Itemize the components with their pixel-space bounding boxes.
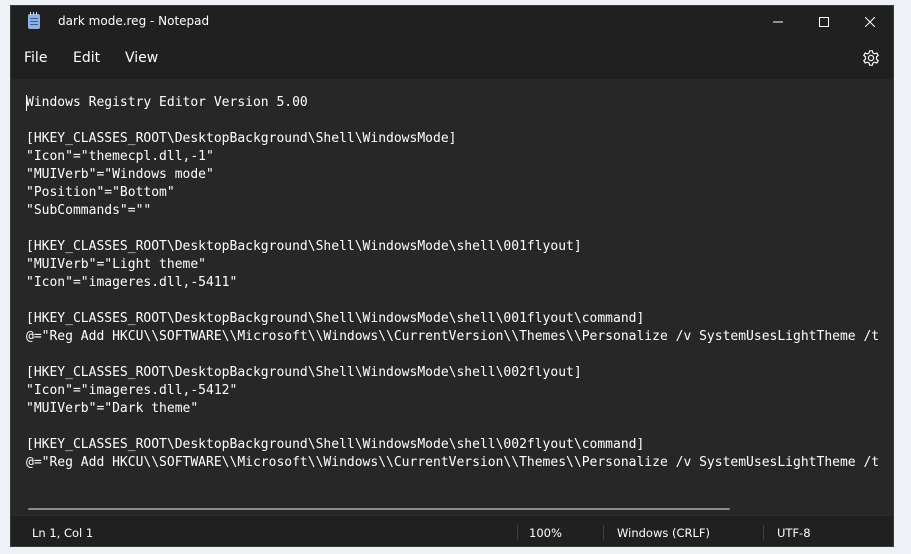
menu-file[interactable]: File (24, 50, 47, 66)
code-line: @="Reg Add HKCU\\SOFTWARE\\Microsoft\\Wi… (26, 329, 880, 344)
notepad-window: dark mode.reg - Notepad File Edit View W… (10, 5, 894, 547)
code-line: [HKEY_CLASSES_ROOT\DesktopBackground\She… (26, 239, 582, 254)
code-line: @="Reg Add HKCU\\SOFTWARE\\Microsoft\\Wi… (26, 455, 880, 470)
code-line: Windows Registry Editor Version 5.00 (26, 95, 308, 110)
zoom-level: 100% (529, 526, 562, 540)
encoding: UTF-8 (777, 526, 811, 540)
minimize-button[interactable] (755, 6, 801, 37)
minimize-icon (773, 21, 783, 22)
maximize-button[interactable] (801, 6, 847, 37)
code-line: "MUIVerb"="Windows mode" (26, 167, 214, 182)
menu-edit[interactable]: Edit (73, 50, 100, 66)
cursor-position: Ln 1, Col 1 (32, 526, 94, 540)
title-bar[interactable]: dark mode.reg - Notepad (11, 6, 893, 37)
text-editor[interactable]: Windows Registry Editor Version 5.00 [HKE… (11, 79, 893, 515)
code-line: [HKEY_CLASSES_ROOT\DesktopBackground\She… (26, 131, 457, 146)
status-divider (763, 525, 764, 540)
code-line: [HKEY_CLASSES_ROOT\DesktopBackground\She… (26, 311, 645, 326)
text-caret (26, 95, 27, 111)
code-line: "SubCommands"="" (26, 203, 152, 218)
code-line: "MUIVerb"="Dark theme" (26, 401, 199, 416)
menu-bar: File Edit View (11, 37, 893, 79)
window-title: dark mode.reg - Notepad (58, 14, 210, 28)
code-line: [HKEY_CLASSES_ROOT\DesktopBackground\She… (26, 437, 645, 452)
gear-icon (863, 50, 879, 66)
horizontal-scrollbar[interactable] (28, 508, 730, 510)
code-line: "Icon"="imageres.dll,-5412" (26, 383, 238, 398)
code-line: "Icon"="themecpl.dll,-1" (26, 149, 214, 164)
notepad-icon (28, 12, 40, 29)
close-button[interactable] (847, 6, 893, 37)
status-divider (517, 525, 518, 540)
status-bar: Ln 1, Col 1 100% Windows (CRLF) UTF-8 (11, 515, 893, 546)
maximize-icon (819, 16, 829, 27)
code-line: "Icon"="imageres.dll,-5411" (26, 275, 238, 290)
close-icon (865, 16, 875, 27)
menu-view[interactable]: View (125, 50, 158, 66)
status-divider (603, 525, 604, 540)
editor-content[interactable]: Windows Registry Editor Version 5.00 [HKE… (26, 94, 879, 472)
code-line: [HKEY_CLASSES_ROOT\DesktopBackground\She… (26, 365, 582, 380)
settings-button[interactable] (861, 48, 881, 68)
line-ending: Windows (CRLF) (617, 526, 711, 540)
code-line: "MUIVerb"="Light theme" (26, 257, 207, 272)
code-line: "Position"="Bottom" (26, 185, 175, 200)
